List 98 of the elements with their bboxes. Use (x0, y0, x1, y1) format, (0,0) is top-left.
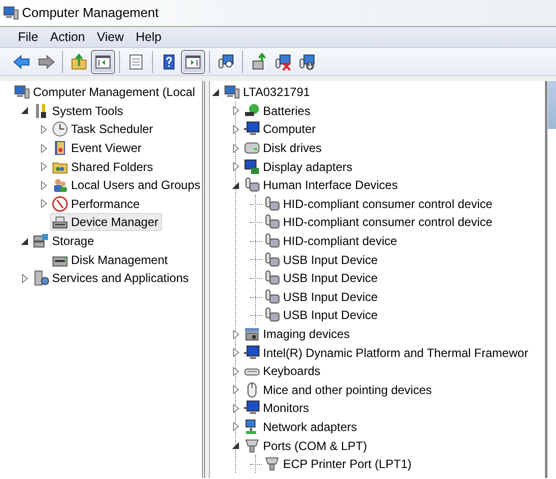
battery-icon (244, 102, 260, 119)
input-device-icon (264, 214, 280, 230)
tree-item[interactable]: ECP Printer Port (LPT1) (262, 455, 416, 474)
collapsed-arrow-icon[interactable] (232, 366, 240, 376)
display-card-icon (244, 158, 260, 175)
collapsed-arrow-icon[interactable] (40, 180, 48, 190)
forward-arrow-icon (37, 52, 55, 70)
tree-item[interactable]: Display adapters (242, 158, 356, 176)
expanded-arrow-icon[interactable] (232, 441, 240, 450)
computer-icon (3, 5, 19, 21)
tree-item[interactable]: Event Viewer (50, 139, 146, 158)
tree-item[interactable]: Ports (COM & LPT) (242, 436, 372, 455)
book-icon (52, 140, 68, 156)
expanded-arrow-icon[interactable] (21, 236, 29, 246)
tree-item[interactable]: Batteries (242, 102, 314, 120)
collapsed-arrow-icon[interactable] (232, 348, 240, 358)
monitor-icon (244, 121, 260, 138)
back-arrow-icon (13, 52, 31, 70)
port-icon (244, 438, 260, 454)
toolbar-button[interactable] (181, 50, 205, 74)
tree-item[interactable]: Human Interface Devices (242, 176, 402, 194)
tree-item[interactable]: Intel(R) Dynamic Platform and Thermal Framewor (242, 344, 532, 362)
monitor-icon (244, 400, 260, 416)
action-pane-header (548, 81, 556, 129)
tree-item[interactable]: Disk Management (50, 250, 172, 269)
collapsed-arrow-icon[interactable] (232, 404, 240, 413)
disable-device-icon (298, 52, 316, 70)
tree-item[interactable]: Keyboards (242, 362, 324, 380)
tree-pane-icon (94, 52, 112, 70)
collapsed-arrow-icon[interactable] (40, 144, 48, 153)
menu-item[interactable]: File (12, 27, 44, 47)
collapsed-arrow-icon[interactable] (40, 199, 48, 208)
input-device-icon (264, 288, 280, 305)
collapsed-arrow-icon[interactable] (232, 124, 240, 134)
tree-item[interactable]: Performance (50, 194, 144, 213)
menu-item[interactable]: Help (130, 27, 168, 47)
tree-item[interactable]: Disk drives (242, 139, 326, 158)
tree-item[interactable]: Shared Folders (50, 158, 158, 176)
collapsed-arrow-icon[interactable] (40, 162, 48, 172)
collapsed-arrow-icon[interactable] (232, 144, 240, 153)
window-title: Computer Management (22, 4, 159, 22)
tree-item[interactable]: USB Input Device (262, 288, 382, 306)
tree-item[interactable]: Computer (242, 120, 320, 138)
tree-item[interactable]: Network adapters (242, 418, 362, 436)
tools-icon (33, 102, 49, 119)
gauge-icon (52, 196, 68, 212)
expanded-arrow-icon[interactable] (21, 106, 29, 116)
tree-item[interactable]: Mice and other pointing devices (242, 380, 436, 399)
camera-icon (244, 326, 260, 342)
expanded-arrow-icon[interactable] (232, 180, 240, 190)
input-device-icon (264, 196, 280, 212)
monitor-icon (244, 344, 260, 361)
export-list-icon (127, 52, 145, 70)
scan-monitor-icon (217, 52, 235, 70)
tree-item[interactable]: Device Manager (50, 213, 162, 232)
tree-item[interactable]: HID-compliant consumer control device (262, 194, 496, 213)
tree-item[interactable]: Imaging devices (242, 325, 354, 344)
collapsed-arrow-icon[interactable] (232, 106, 240, 116)
collapsed-arrow-icon[interactable] (232, 385, 240, 394)
expanded-arrow-icon[interactable] (212, 88, 220, 97)
tree-item[interactable]: HID-compliant device (262, 232, 402, 250)
computer-icon (14, 84, 30, 100)
input-device-icon (244, 177, 260, 194)
services-icon (33, 270, 49, 286)
tree-item[interactable]: Task Scheduler (50, 120, 158, 138)
port-icon (264, 456, 280, 472)
input-device-icon (264, 252, 280, 268)
tree-item[interactable]: Computer Management (Local (12, 83, 200, 102)
clock-icon (52, 121, 68, 138)
collapsed-arrow-icon[interactable] (232, 162, 240, 172)
tree-item[interactable]: USB Input Device (262, 250, 382, 269)
tree-item[interactable]: HID-compliant consumer control device (262, 213, 496, 232)
users-icon (52, 177, 68, 194)
tree-item[interactable]: Services and Applications (31, 269, 193, 288)
tree-item[interactable]: System Tools (31, 102, 128, 120)
menu-item[interactable]: View (90, 27, 130, 47)
collapsed-arrow-icon[interactable] (232, 422, 240, 432)
tree-item[interactable]: Storage (31, 232, 98, 250)
computer-icon (224, 84, 240, 100)
collapsed-arrow-icon[interactable] (21, 274, 29, 283)
input-device-icon (264, 307, 280, 324)
update-driver-icon (250, 52, 268, 70)
tree-item[interactable]: USB Input Device (262, 306, 382, 324)
storage-icon (33, 233, 49, 250)
input-device-icon (264, 270, 280, 286)
toolbar-button[interactable] (91, 50, 115, 74)
collapsed-arrow-icon[interactable] (40, 124, 48, 134)
action-pane-icon (184, 52, 202, 70)
tree-item[interactable]: Monitors (242, 399, 314, 418)
drive-icon (244, 140, 260, 156)
up-folder-icon (70, 52, 88, 70)
menu-item[interactable]: Action (44, 27, 91, 47)
tree-item[interactable]: USB Input Device (262, 269, 382, 288)
uninstall-icon (274, 52, 292, 70)
tree-item[interactable]: Local Users and Groups (50, 176, 202, 194)
input-device-icon (264, 233, 280, 250)
collapsed-arrow-icon[interactable] (232, 330, 240, 339)
tree-item[interactable]: LTA0321791 (222, 83, 314, 102)
